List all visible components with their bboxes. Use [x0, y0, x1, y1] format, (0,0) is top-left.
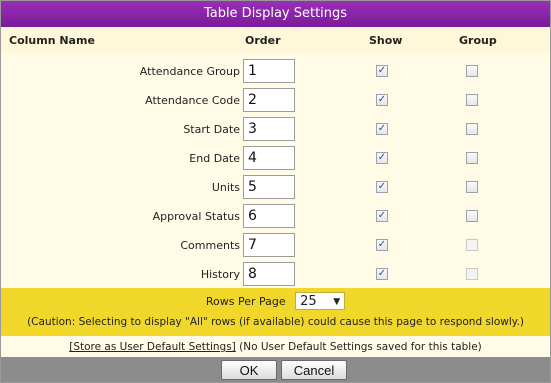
group-checkbox[interactable] — [466, 210, 478, 222]
check-icon: ✓ — [377, 65, 387, 76]
rows-per-page-line: Rows Per Page 25 ▼ — [1, 292, 550, 310]
show-checkbox[interactable]: ✓ — [376, 94, 388, 106]
rows-per-page-value: 25 — [300, 294, 317, 309]
show-checkbox[interactable]: ✓ — [376, 65, 388, 77]
row-label: Attendance Group — [139, 65, 240, 78]
row-label: End Date — [189, 152, 240, 165]
check-icon: ✓ — [377, 152, 387, 163]
group-checkbox[interactable] — [466, 94, 478, 106]
ok-button[interactable]: OK — [221, 360, 277, 380]
check-icon: ✓ — [377, 239, 387, 250]
show-checkbox[interactable]: ✓ — [376, 239, 388, 251]
store-note: (No User Default Settings saved for this… — [239, 341, 482, 353]
header-column-name: Column Name — [9, 34, 95, 47]
settings-row: Start Date ✓ — [1, 115, 550, 144]
check-icon: ✓ — [377, 268, 387, 279]
table-display-settings-dialog: Table Display Settings Column Name Order… — [0, 0, 551, 383]
settings-row: Comments ✓ — [1, 231, 550, 260]
row-label: History — [200, 268, 240, 281]
group-checkbox — [466, 239, 478, 251]
row-label: Approval Status — [152, 210, 240, 223]
order-input[interactable] — [243, 204, 295, 228]
settings-row: History ✓ — [1, 260, 550, 289]
rows-per-page-select[interactable]: 25 ▼ — [295, 292, 346, 310]
order-input[interactable] — [243, 88, 295, 112]
check-icon: ✓ — [377, 210, 387, 221]
dialog-footer: OK Cancel — [1, 357, 550, 382]
cancel-button[interactable]: Cancel — [281, 360, 347, 380]
column-header-row: Column Name Order Show Group — [1, 27, 550, 54]
check-icon: ✓ — [377, 94, 387, 105]
show-checkbox[interactable]: ✓ — [376, 210, 388, 222]
group-checkbox[interactable] — [466, 65, 478, 77]
group-checkbox[interactable] — [466, 152, 478, 164]
chevron-down-icon: ▼ — [333, 297, 341, 307]
check-icon: ✓ — [377, 123, 387, 134]
store-user-default-link[interactable]: [Store as User Default Settings] — [69, 341, 236, 353]
header-show: Show — [369, 34, 403, 47]
dialog-title: Table Display Settings — [1, 1, 550, 27]
show-checkbox[interactable]: ✓ — [376, 123, 388, 135]
settings-row: Approval Status ✓ — [1, 202, 550, 231]
group-checkbox[interactable] — [466, 123, 478, 135]
header-group: Group — [459, 34, 497, 47]
order-input[interactable] — [243, 175, 295, 199]
order-input[interactable] — [243, 59, 295, 83]
order-input[interactable] — [243, 233, 295, 257]
settings-row: Units ✓ — [1, 173, 550, 202]
order-input[interactable] — [243, 146, 295, 170]
row-label: Start Date — [183, 123, 240, 136]
row-label: Attendance Code — [145, 94, 240, 107]
rows-per-page-label: Rows Per Page — [205, 294, 286, 308]
check-icon: ✓ — [377, 181, 387, 192]
show-checkbox[interactable]: ✓ — [376, 268, 388, 280]
header-order: Order — [245, 34, 281, 47]
settings-row: End Date ✓ — [1, 144, 550, 173]
order-input[interactable] — [243, 262, 295, 286]
show-checkbox[interactable]: ✓ — [376, 152, 388, 164]
settings-rows: Attendance Group ✓ Attendance Code ✓ Sta… — [1, 53, 550, 288]
row-label: Units — [211, 181, 240, 194]
store-defaults-bar: [Store as User Default Settings] (No Use… — [1, 335, 550, 358]
caution-text: (Caution: Selecting to display "All" row… — [27, 316, 524, 328]
row-label: Comments — [180, 239, 240, 252]
order-input[interactable] — [243, 117, 295, 141]
settings-row: Attendance Code ✓ — [1, 86, 550, 115]
rows-per-page-bar: Rows Per Page 25 ▼ (Caution: Selecting t… — [1, 288, 550, 335]
show-checkbox[interactable]: ✓ — [376, 181, 388, 193]
group-checkbox[interactable] — [466, 181, 478, 193]
group-checkbox — [466, 268, 478, 280]
settings-row: Attendance Group ✓ — [1, 57, 550, 86]
